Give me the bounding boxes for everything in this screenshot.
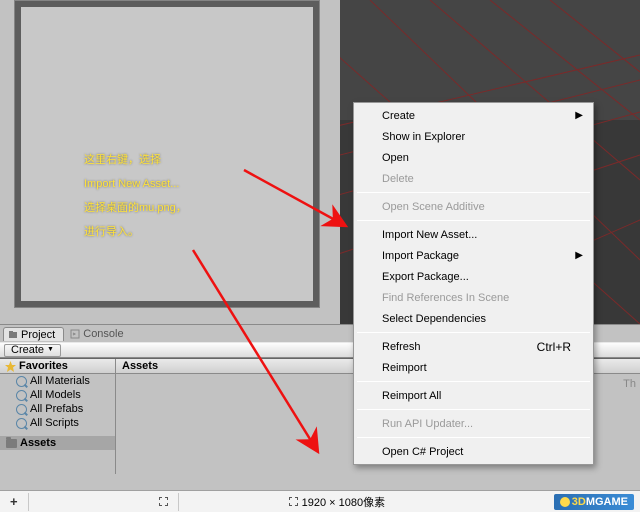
status-bar: + 1920 × 1080像素 3DMGAME [0, 490, 640, 512]
annotation-line: Import New Asset... [84, 172, 187, 196]
menu-label: Run API Updater... [382, 418, 473, 430]
breadcrumb-label: Assets [122, 360, 158, 372]
menu-label: Select Dependencies [382, 313, 486, 325]
status-add[interactable]: + [0, 494, 28, 509]
menu-label: Import Package [382, 250, 459, 262]
crop-icon [159, 497, 168, 506]
annotation-line: 进行导入。 [84, 220, 187, 244]
menu-export-package[interactable]: Export Package... [356, 266, 591, 287]
search-icon [16, 390, 27, 401]
menu-label: Reimport All [382, 390, 441, 402]
menu-label: Export Package... [382, 271, 469, 283]
menu-label: Import New Asset... [382, 229, 477, 241]
menu-label: Create [382, 110, 415, 122]
logo-text-prefix: 3D [572, 496, 586, 508]
menu-find-references: Find References In Scene [356, 287, 591, 308]
status-separator [28, 493, 29, 511]
menu-refresh[interactable]: Refresh Ctrl+R [356, 336, 591, 357]
annotation-line: 选择桌面的mu.png， [84, 196, 187, 220]
tutorial-annotation: 这里右键，选择 Import New Asset... 选择桌面的mu.png，… [84, 148, 187, 244]
menu-label: Open [382, 152, 409, 164]
favorite-label: All Prefabs [30, 403, 83, 415]
dimensions-text: 1920 × 1080像素 [302, 494, 385, 510]
menu-separator [357, 192, 590, 193]
menu-show-in-explorer[interactable]: Show in Explorer [356, 126, 591, 147]
plus-icon: + [10, 494, 18, 509]
truncated-text: Th [623, 378, 636, 390]
favorite-label: All Materials [30, 375, 90, 387]
menu-shortcut: Ctrl+R [537, 340, 571, 354]
menu-select-dependencies[interactable]: Select Dependencies [356, 308, 591, 329]
search-icon [16, 376, 27, 387]
menu-delete: Delete [356, 168, 591, 189]
status-dimensions: 1920 × 1080像素 [279, 494, 395, 510]
status-separator [178, 493, 179, 511]
annotation-line: 这里右键，选择 [84, 148, 187, 172]
folder-icon [6, 439, 17, 448]
menu-separator [357, 332, 590, 333]
submenu-arrow-icon: ▶ [575, 110, 583, 121]
favorite-all-prefabs[interactable]: All Prefabs [0, 402, 115, 416]
menu-separator [357, 220, 590, 221]
logo-text-rest: MGAME [586, 496, 628, 508]
menu-label: Find References In Scene [382, 292, 509, 304]
menu-separator [357, 409, 590, 410]
menu-label: Reimport [382, 362, 427, 374]
search-icon [16, 404, 27, 415]
menu-run-api-updater: Run API Updater... [356, 413, 591, 434]
chevron-down-icon: ▼ [47, 344, 54, 356]
menu-open-csharp-project[interactable]: Open C# Project [356, 441, 591, 462]
menu-label: Show in Explorer [382, 131, 465, 143]
menu-import-package[interactable]: Import Package ▶ [356, 245, 591, 266]
favorite-all-materials[interactable]: All Materials [0, 374, 115, 388]
favorites-header: Favorites [0, 359, 115, 374]
menu-reimport[interactable]: Reimport [356, 357, 591, 378]
menu-reimport-all[interactable]: Reimport All [356, 385, 591, 406]
star-icon [5, 361, 16, 372]
sidebar-assets[interactable]: Assets [0, 436, 115, 450]
favorite-all-scripts[interactable]: All Scripts [0, 416, 115, 430]
sidebar-assets-label: Assets [20, 437, 56, 449]
submenu-arrow-icon: ▶ [575, 250, 583, 261]
menu-create[interactable]: Create ▶ [356, 105, 591, 126]
favorite-label: All Scripts [30, 417, 79, 429]
logo-dot-icon [560, 497, 570, 507]
menu-import-new-asset[interactable]: Import New Asset... [356, 224, 591, 245]
context-menu: Create ▶ Show in Explorer Open Delete Ope… [353, 102, 594, 465]
search-icon [16, 418, 27, 429]
menu-separator [357, 437, 590, 438]
create-button-label: Create [11, 344, 44, 356]
tab-project[interactable]: Project [3, 327, 64, 341]
menu-label: Refresh [382, 341, 421, 353]
dimensions-icon [289, 497, 298, 506]
favorite-all-models[interactable]: All Models [0, 388, 115, 402]
tab-project-label: Project [21, 329, 55, 341]
status-crop[interactable] [149, 497, 178, 506]
create-button[interactable]: Create ▼ [4, 344, 61, 357]
project-sidebar: Favorites All Materials All Models All P… [0, 359, 116, 474]
menu-label: Open C# Project [382, 446, 463, 458]
menu-open-scene-additive: Open Scene Additive [356, 196, 591, 217]
favorites-header-label: Favorites [19, 360, 68, 372]
menu-open[interactable]: Open [356, 147, 591, 168]
menu-label: Delete [382, 173, 414, 185]
menu-separator [357, 381, 590, 382]
menu-label: Open Scene Additive [382, 201, 485, 213]
project-icon [8, 330, 18, 340]
tab-console[interactable]: Console [66, 327, 131, 340]
favorite-label: All Models [30, 389, 81, 401]
tab-console-label: Console [83, 328, 123, 340]
console-icon [70, 329, 80, 339]
watermark-logo: 3DMGAME [554, 494, 634, 510]
